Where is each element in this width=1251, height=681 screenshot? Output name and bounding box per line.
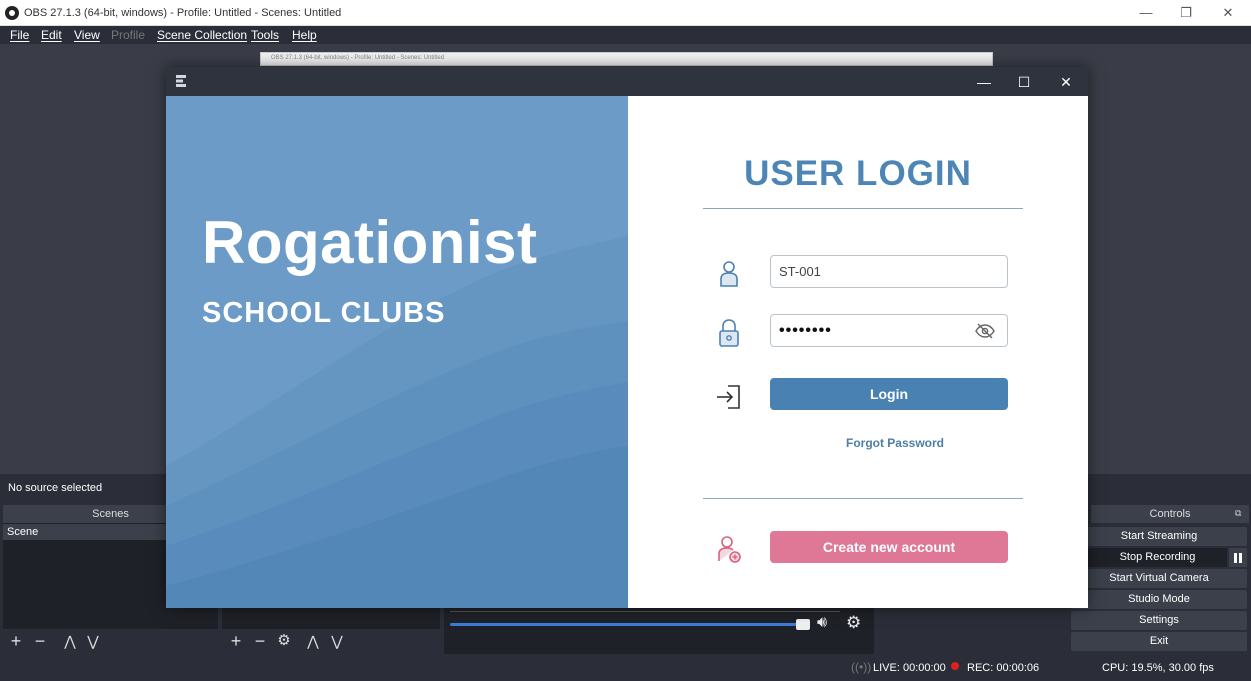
add-user-icon [718,536,741,563]
password-masked-value: •••••••• [779,322,832,339]
volume-slider-handle[interactable] [796,619,810,630]
remove-scene-icon[interactable]: − [31,630,49,652]
captured-window-title: OBS 27.1.3 (64-bit, windows) - Profile: … [271,55,445,61]
obs-close-button[interactable]: ✕ [1217,4,1239,22]
obs-restore-button[interactable]: ❐ [1175,4,1197,22]
user-icon [720,261,738,287]
lock-icon [719,319,739,347]
mixer-gear-icon[interactable]: ⚙ [846,613,861,633]
login-app-window: — ☐ ✕ Rogationist SCHOOL CLUBS USER LOGI… [166,67,1088,608]
studio-mode-button[interactable]: Studio Mode [1071,590,1247,609]
settings-button[interactable]: Settings [1071,611,1247,630]
toggle-password-visibility-icon[interactable] [974,322,996,340]
rec-timer: REC: 00:00:06 [967,662,1040,674]
pause-recording-icon[interactable] [1229,548,1247,567]
decorative-waves [166,236,628,608]
heading-divider [703,208,1023,209]
remove-source-icon[interactable]: − [251,630,269,652]
login-button[interactable]: Login [770,378,1008,410]
login-heading: USER LOGIN [744,154,972,193]
login-window-title-bar: — ☐ ✕ [166,67,1088,96]
obs-title-bar: OBS 27.1.3 (64-bit, windows) - Profile: … [0,0,1251,26]
create-account-button[interactable]: Create new account [770,531,1008,563]
live-broadcast-icon: ((•)) [851,660,872,674]
move-scene-up-icon[interactable]: ⋀ [61,630,79,652]
forgot-password-link[interactable]: Forgot Password [770,436,1020,450]
section-divider [703,498,1023,499]
live-timer: LIVE: 00:00:00 [873,662,946,674]
source-properties-gear-icon[interactable]: ⚙ [275,630,293,652]
app-minimize-button[interactable]: — [971,71,997,93]
record-dot-icon [951,662,959,670]
move-scene-down-icon[interactable]: ⋁ [84,630,102,652]
move-source-down-icon[interactable]: ⋁ [328,630,346,652]
cpu-fps-status: CPU: 19.5%, 30.00 fps [1102,662,1214,674]
add-source-icon[interactable]: + [227,630,245,652]
brand-hero-panel: Rogationist SCHOOL CLUBS [166,96,628,608]
start-virtual-camera-button[interactable]: Start Virtual Camera [1071,569,1247,588]
start-streaming-button[interactable]: Start Streaming [1071,527,1247,546]
menu-file[interactable]: File [10,28,29,42]
obs-minimize-button[interactable]: — [1135,4,1157,22]
controls-dock-header: Controls [1091,505,1249,523]
source-status-label: No source selected [8,482,103,494]
obs-menu-bar: File Edit View Profile Scene Collection … [0,26,1251,44]
brand-title: Rogationist [202,209,538,276]
exit-button[interactable]: Exit [1071,632,1247,651]
login-form-panel: USER LOGIN ST-001 •••••••• Login Forgot … [628,96,1088,608]
dock-float-icon[interactable]: ⧉ [1235,508,1241,519]
sign-in-icon [717,385,740,409]
obs-logo-icon [5,6,19,20]
app-maximize-button[interactable]: ☐ [1011,71,1037,93]
app-close-button[interactable]: ✕ [1053,71,1079,93]
menu-view[interactable]: View [74,28,100,42]
brand-subtitle: SCHOOL CLUBS [202,297,446,329]
password-input[interactable]: •••••••• [770,314,1008,347]
app-logo-icon [176,75,186,87]
username-input[interactable]: ST-001 [770,255,1008,288]
menu-help[interactable]: Help [292,28,317,42]
speaker-volume-icon[interactable]: 🔊︎ [817,614,827,632]
obs-window-title: OBS 27.1.3 (64-bit, windows) - Profile: … [24,7,342,19]
menu-scene-collection[interactable]: Scene Collection [157,28,247,42]
add-scene-icon[interactable]: + [7,630,25,652]
menu-tools[interactable]: Tools [251,28,279,42]
menu-profile[interactable]: Profile [111,28,145,42]
stop-recording-button[interactable]: Stop Recording [1088,548,1227,567]
menu-edit[interactable]: Edit [41,28,62,42]
obs-status-bar [0,656,1251,681]
volume-slider-track[interactable] [450,623,805,626]
move-source-up-icon[interactable]: ⋀ [304,630,322,652]
captured-obs-window: OBS 27.1.3 (64-bit, windows) - Profile: … [260,52,993,66]
